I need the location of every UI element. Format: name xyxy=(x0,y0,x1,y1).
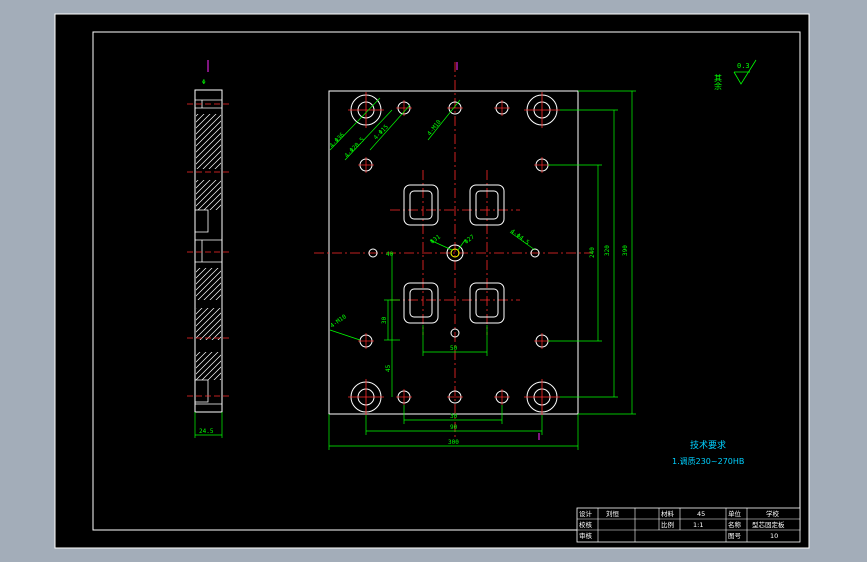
tb-unit-value: 学校 xyxy=(766,509,780,518)
dim-gate-width: 50 xyxy=(450,345,458,352)
roughness-value: 0.3 xyxy=(737,62,750,70)
roughness-note: 其余 xyxy=(714,74,723,91)
tb-drawing-no-value: 10 xyxy=(770,532,778,540)
tb-review-label: 审核 xyxy=(579,531,593,540)
dim-total-height: 390 xyxy=(622,245,629,256)
tb-check-label: 校核 xyxy=(579,520,593,529)
tb-design-label: 设计 xyxy=(579,509,593,518)
tb-name-label: 名称 xyxy=(728,520,742,529)
svg-text:Φ: Φ xyxy=(202,79,206,86)
model-space-viewport[interactable] xyxy=(54,13,810,549)
tb-scale-label: 比例 xyxy=(661,520,674,529)
title-block: 设计 刘恒 校核 审核 材料 45 比例 1:1 单位 学校 名称 型芯固定板 … xyxy=(576,507,801,543)
dim-inner-width: 90 xyxy=(450,424,458,431)
dim-total-width: 300 xyxy=(448,439,459,446)
section-hatch xyxy=(196,352,221,380)
dim-left-vertical: 45 xyxy=(385,364,392,372)
tb-scale-value: 1:1 xyxy=(693,521,703,529)
tb-material-label: 材料 xyxy=(661,509,675,518)
section-hatch xyxy=(196,180,221,210)
tb-unit-label: 单位 xyxy=(728,509,742,518)
section-hatch xyxy=(196,268,221,300)
section-hatch xyxy=(196,308,221,340)
tb-design-name: 刘恒 xyxy=(606,509,620,518)
dim-mid-height: 240 xyxy=(589,247,596,258)
tech-requirements-title: 技术要求 xyxy=(690,439,726,451)
side-thickness-dim: 24.5 xyxy=(199,428,214,435)
cad-drawing-canvas[interactable]: Φ 24.5 390 320 240 300 90 30 50 30 45 40… xyxy=(0,0,867,562)
tb-name-value: 型芯固定板 xyxy=(752,520,785,529)
dim-gate-height: 30 xyxy=(381,316,388,324)
section-hatch xyxy=(196,114,221,169)
dim-screw-width: 30 xyxy=(450,413,458,420)
tech-requirements-item: 1.调质230~270HB xyxy=(672,456,744,466)
dim-center: 40 xyxy=(386,251,394,258)
tb-drawing-no-label: 图号 xyxy=(728,532,742,540)
dim-inner-height: 320 xyxy=(604,245,611,256)
tb-material-value: 45 xyxy=(697,510,705,518)
